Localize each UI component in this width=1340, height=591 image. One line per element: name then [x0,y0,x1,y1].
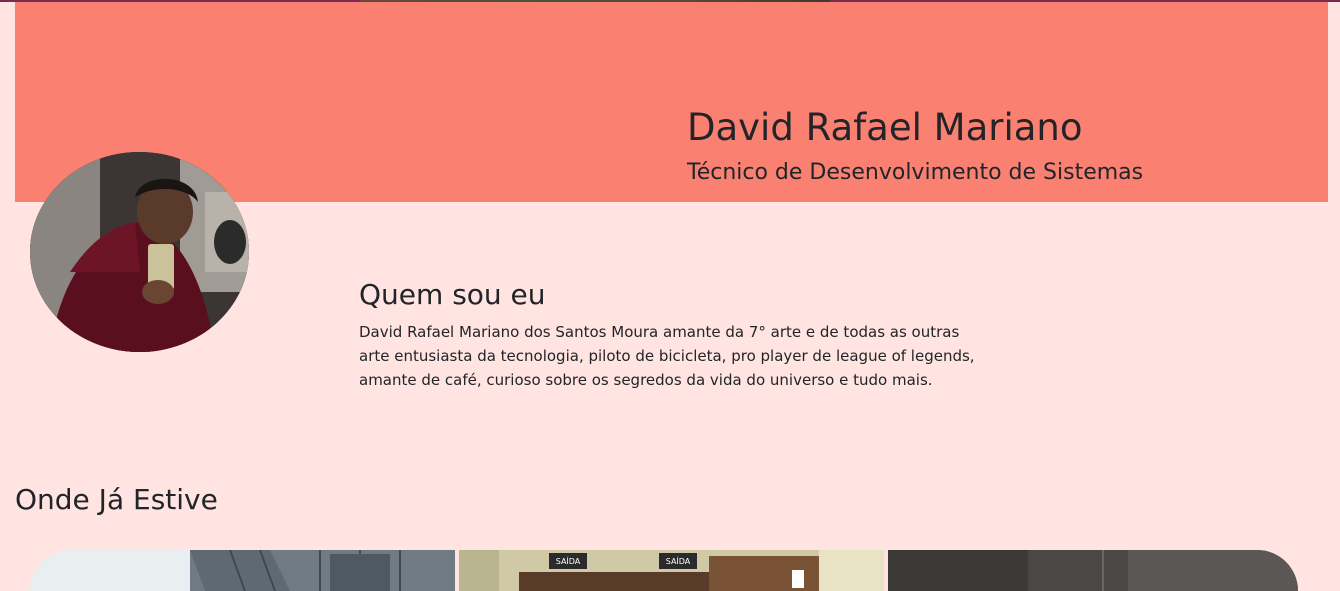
places-gallery: SAÍDA SAÍDA [30,550,1298,591]
about-title: Quem sou eu [359,278,546,311]
profile-name: David Rafael Mariano [687,106,1083,149]
profile-page: David Rafael Mariano Técnico de Desenvol… [0,0,1340,591]
exit-sign-right: SAÍDA [666,555,691,566]
profile-role: Técnico de Desenvolvimento de Sistemas [687,160,1144,185]
about-text: David Rafael Mariano dos Santos Moura am… [359,323,975,389]
avatar [30,152,249,352]
place-photo-dark-room[interactable] [888,550,1298,591]
place-photo-building[interactable] [30,550,455,591]
places-title: Onde Já Estive [15,483,218,516]
exit-sign-left: SAÍDA [556,555,581,566]
place-photo-exit-door[interactable]: SAÍDA SAÍDA [459,550,884,591]
